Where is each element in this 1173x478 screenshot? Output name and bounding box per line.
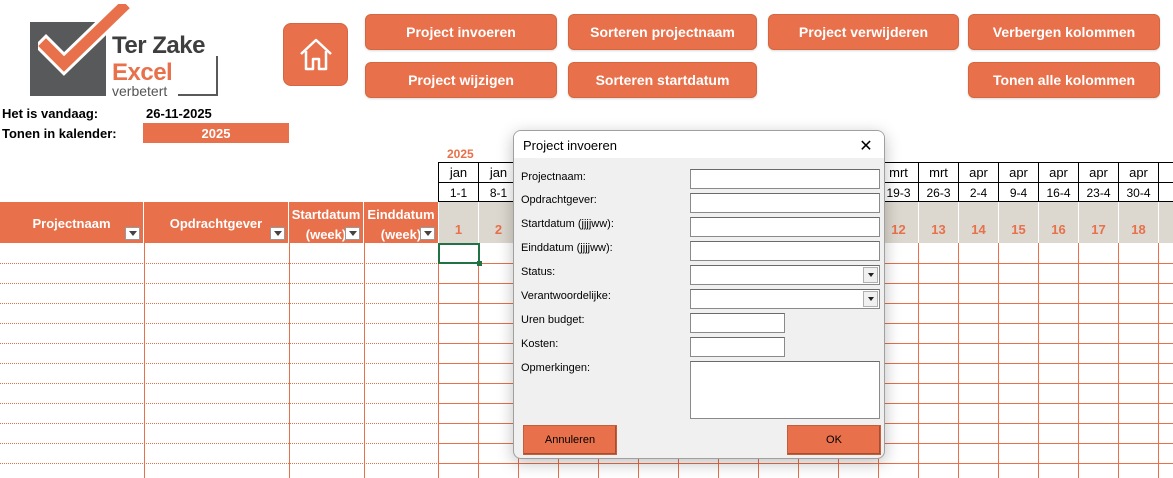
week-date: 23-4: [1078, 182, 1118, 202]
selected-cell[interactable]: [438, 243, 480, 264]
week-date: 9-4: [998, 182, 1038, 202]
tonen-alle-kolommen-button[interactable]: Tonen alle kolommen: [968, 62, 1160, 98]
field-label-projectnaam: Projectnaam:: [521, 171, 586, 183]
filter-dropdown-einddatum[interactable]: [420, 227, 435, 240]
column-header-label: Projectnaam: [32, 216, 111, 231]
week-month: jan: [478, 162, 518, 182]
week-month: apr: [998, 162, 1038, 182]
annuleren-button[interactable]: Annuleren: [523, 425, 617, 455]
week-date: 26-3: [918, 182, 958, 202]
week-number: 17: [1078, 202, 1118, 243]
status-select[interactable]: [690, 265, 880, 285]
calendar-year-input[interactable]: 2025: [143, 123, 289, 143]
column-header-projectnaam: Projectnaam: [0, 202, 144, 243]
project-verwijderen-button[interactable]: Project verwijderen: [768, 14, 959, 50]
project-invoeren-button[interactable]: Project invoeren: [365, 14, 557, 50]
week-date: 1-1: [438, 182, 478, 202]
uren-budget-input[interactable]: [690, 313, 785, 333]
field-label-status: Status:: [521, 266, 556, 278]
opmerkingen-textarea[interactable]: [690, 361, 880, 419]
week-number: 15: [998, 202, 1038, 243]
week-number: 1: [438, 202, 478, 243]
week-date: 16-4: [1038, 182, 1078, 202]
field-label-opdrachtgever: Opdrachtgever:: [521, 194, 597, 206]
project-invoeren-dialog: Project invoeren ✕ Projectnaam: Opdracht…: [513, 130, 885, 459]
today-value: 26-11-2025: [146, 106, 212, 121]
kosten-input[interactable]: [690, 337, 785, 357]
chevron-down-icon[interactable]: [863, 291, 878, 307]
week-number: 14: [958, 202, 998, 243]
week-number: 16: [1038, 202, 1078, 243]
verantwoordelijke-select[interactable]: [690, 289, 880, 309]
chevron-down-icon: [128, 231, 137, 236]
field-label-kosten: Kosten:: [521, 338, 559, 350]
projectnaam-input[interactable]: [690, 169, 880, 189]
fill-handle[interactable]: [477, 261, 482, 266]
field-label-verantwoordelijke: Verantwoordelijke:: [521, 290, 611, 302]
week-number: 2: [478, 202, 518, 243]
einddatum-input[interactable]: [690, 241, 880, 261]
week-month: apr: [1038, 162, 1078, 182]
chevron-down-icon: [273, 231, 282, 236]
field-label-einddatum: Einddatum (jjjjww):: [521, 242, 613, 254]
chevron-down-icon: [348, 231, 357, 236]
column-header-line: Startdatum: [291, 207, 361, 222]
week-number: 1: [1158, 202, 1173, 243]
column-header-label: Opdrachtgever: [169, 216, 263, 231]
startdatum-input[interactable]: [690, 217, 880, 237]
dialog-titlebar[interactable]: Project invoeren ✕: [514, 131, 884, 159]
week-month: m: [1158, 162, 1173, 182]
week-date: 8-1: [478, 182, 518, 202]
week-month: apr: [1118, 162, 1158, 182]
close-icon[interactable]: ✕: [856, 135, 876, 155]
week-month: jan: [438, 162, 478, 182]
week-month: mrt: [918, 162, 958, 182]
verbergen-kolommen-button[interactable]: Verbergen kolommen: [968, 14, 1160, 50]
logo: Ter Zake Excel verbetert: [30, 4, 220, 99]
opdrachtgever-input[interactable]: [690, 193, 880, 213]
sorteren-startdatum-button[interactable]: Sorteren startdatum: [568, 62, 757, 98]
column-header-opdrachtgever: Opdrachtgever: [144, 202, 289, 243]
week-date: 30-4: [1118, 182, 1158, 202]
chevron-down-icon: [423, 231, 432, 236]
ok-button[interactable]: OK: [787, 425, 881, 455]
column-header-startdatum: Startdatum (week): [289, 202, 364, 243]
field-label-uren-budget: Uren budget:: [521, 314, 585, 326]
chevron-down-icon[interactable]: [863, 267, 878, 283]
logo-text-verbetert: verbetert: [112, 83, 168, 99]
logo-bracket: [178, 56, 218, 96]
home-icon: [299, 38, 332, 70]
sorteren-projectnaam-button[interactable]: Sorteren projectnaam: [568, 14, 757, 50]
column-header-line: Einddatum: [367, 207, 435, 222]
field-label-opmerkingen: Opmerkingen:: [521, 362, 591, 374]
home-button[interactable]: [283, 23, 348, 86]
today-label: Het is vandaag:: [2, 106, 99, 121]
week-date: 2-4: [958, 182, 998, 202]
week-month: apr: [958, 162, 998, 182]
week-number: 18: [1118, 202, 1158, 243]
field-label-startdatum: Startdatum (jjjjww):: [521, 218, 614, 230]
week-month: apr: [1078, 162, 1118, 182]
calendar-label: Tonen in kalender:: [2, 126, 117, 141]
dialog-title: Project invoeren: [523, 138, 617, 153]
column-header-einddatum: Einddatum (week): [364, 202, 439, 243]
filter-dropdown-startdatum[interactable]: [345, 227, 360, 240]
filter-dropdown-opdrachtgever[interactable]: [270, 227, 285, 240]
logo-text-ter-zake: Ter Zake: [112, 32, 205, 59]
week-date: 7: [1158, 182, 1173, 202]
filter-dropdown-projectnaam[interactable]: [125, 227, 140, 240]
week-number: 13: [918, 202, 958, 243]
calendar-year-label: 2025: [447, 147, 474, 161]
project-wijzigen-button[interactable]: Project wijzigen: [365, 62, 557, 98]
